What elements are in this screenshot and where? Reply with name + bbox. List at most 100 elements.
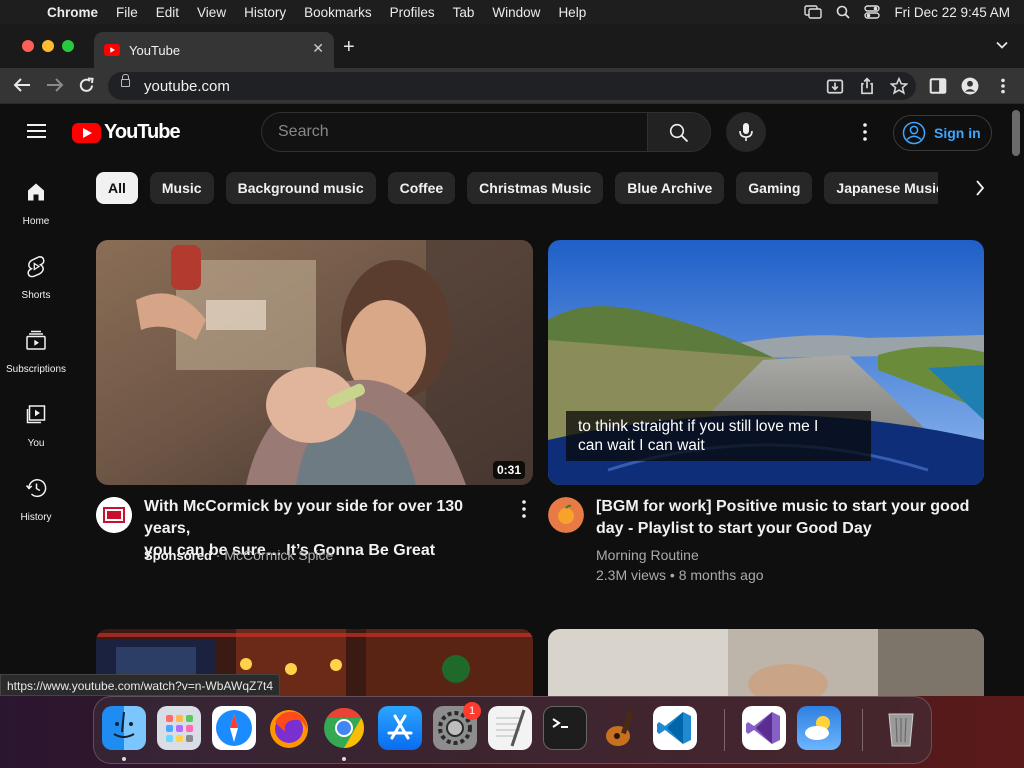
account-circle-icon bbox=[902, 121, 926, 145]
channel-name[interactable]: McCormick Spice bbox=[224, 547, 333, 563]
dock-trash-icon[interactable] bbox=[879, 706, 923, 750]
spotlight-search-icon[interactable] bbox=[836, 5, 851, 19]
chip-gaming[interactable]: Gaming bbox=[736, 172, 813, 204]
chip-christmas-music[interactable]: Christmas Music bbox=[467, 172, 604, 204]
chip-all[interactable]: All bbox=[96, 172, 138, 204]
search-input[interactable]: Search bbox=[261, 112, 647, 152]
history-icon bbox=[25, 479, 47, 498]
screen-mirroring-icon[interactable] bbox=[804, 5, 823, 19]
tab-search-chevron-icon[interactable] bbox=[996, 38, 1008, 52]
dock-weather-icon[interactable] bbox=[797, 706, 841, 750]
dock-chrome-icon[interactable] bbox=[322, 706, 366, 750]
back-arrow-icon[interactable] bbox=[13, 77, 31, 93]
sidebar-item-subscriptions[interactable]: Subscriptions bbox=[0, 314, 72, 384]
dock-visual-studio-icon[interactable] bbox=[742, 706, 786, 750]
sidebar-item-label: Shorts bbox=[21, 290, 51, 301]
dock-terminal-icon[interactable] bbox=[543, 706, 587, 750]
forward-arrow-icon[interactable] bbox=[46, 77, 64, 93]
browser-tab-strip: YouTube ✕ + bbox=[0, 24, 1024, 68]
channel-avatar[interactable] bbox=[96, 497, 132, 533]
dock-safari-icon[interactable] bbox=[212, 706, 256, 750]
menu-bookmarks[interactable]: Bookmarks bbox=[295, 5, 381, 20]
voice-search-button[interactable] bbox=[726, 112, 766, 152]
video-duration-badge: 0:31 bbox=[492, 461, 525, 479]
running-indicator bbox=[342, 757, 346, 761]
meta-separator: · bbox=[215, 547, 221, 563]
chip-blue-archive[interactable]: Blue Archive bbox=[615, 172, 725, 204]
menu-history[interactable]: History bbox=[235, 5, 295, 20]
video-thumbnail[interactable]: 0:31 bbox=[96, 240, 533, 485]
window-close-button[interactable] bbox=[22, 40, 34, 52]
video-thumbnail-image bbox=[96, 240, 533, 485]
dock-firefox-icon[interactable] bbox=[267, 706, 311, 750]
address-bar-url: youtube.com bbox=[144, 77, 230, 95]
sidebar-item-history[interactable]: History bbox=[0, 462, 72, 532]
running-indicator bbox=[122, 757, 126, 761]
sidebar-item-label: Home bbox=[22, 216, 50, 227]
reload-icon[interactable] bbox=[78, 77, 95, 94]
video-caption-overlay: to think straight if you still love me I… bbox=[566, 411, 871, 461]
lock-icon[interactable] bbox=[121, 74, 130, 87]
video-thumbnail[interactable] bbox=[548, 629, 984, 696]
share-icon[interactable] bbox=[858, 77, 876, 95]
menu-file[interactable]: File bbox=[107, 5, 147, 20]
youtube-logo[interactable]: YouTube bbox=[72, 121, 181, 144]
dock-finder-icon[interactable] bbox=[102, 706, 146, 750]
menu-window[interactable]: Window bbox=[483, 5, 549, 20]
youtube-header: YouTube Search Sign in bbox=[0, 104, 1010, 160]
dock-system-settings-icon[interactable]: 1 bbox=[433, 702, 481, 750]
install-app-icon[interactable] bbox=[826, 77, 844, 95]
chip-coffee[interactable]: Coffee bbox=[387, 172, 456, 204]
video-more-actions-icon[interactable] bbox=[515, 499, 533, 519]
mccormick-logo-icon bbox=[96, 497, 132, 533]
chrome-menu-icon[interactable] bbox=[994, 77, 1012, 95]
channel-avatar[interactable] bbox=[548, 497, 584, 533]
sign-in-label: Sign in bbox=[934, 125, 981, 141]
menu-help[interactable]: Help bbox=[549, 5, 595, 20]
sidebar-item-home[interactable]: Home bbox=[0, 166, 72, 236]
new-tab-button[interactable]: + bbox=[343, 36, 355, 59]
macos-menu-bar: Chrome File Edit View History Bookmarks … bbox=[0, 0, 1024, 24]
menu-app-name[interactable]: Chrome bbox=[38, 5, 107, 20]
video-title-line: day - Playlist to start your Good Day bbox=[596, 520, 872, 537]
chip-scroll-right-icon[interactable] bbox=[964, 172, 996, 204]
address-bar[interactable]: youtube.com bbox=[108, 72, 916, 100]
channel-name[interactable]: Morning Routine bbox=[596, 545, 699, 565]
screen: Chrome File Edit View History Bookmarks … bbox=[0, 0, 1024, 768]
menu-tab[interactable]: Tab bbox=[444, 5, 484, 20]
bookmark-star-icon[interactable] bbox=[890, 77, 908, 95]
tab-youtube[interactable]: YouTube ✕ bbox=[94, 32, 334, 68]
chip-music[interactable]: Music bbox=[149, 172, 214, 204]
video-thumbnail-image bbox=[548, 629, 984, 696]
dock-launchpad-icon[interactable] bbox=[157, 706, 201, 750]
dock-app-store-icon[interactable] bbox=[378, 706, 422, 750]
video-title-line: [BGM for work] Positive music to start y… bbox=[596, 498, 970, 515]
dock-instruments-icon[interactable] bbox=[598, 706, 642, 750]
window-zoom-button[interactable] bbox=[62, 40, 74, 52]
menubar-clock[interactable]: Fri Dec 22 9:45 AM bbox=[894, 5, 1010, 20]
chip-japanese-music[interactable]: Japanese Music bbox=[824, 172, 938, 204]
menu-edit[interactable]: Edit bbox=[147, 5, 188, 20]
chip-background-music[interactable]: Background music bbox=[225, 172, 376, 204]
profile-avatar-icon[interactable] bbox=[961, 77, 979, 95]
sign-in-button[interactable]: Sign in bbox=[893, 115, 992, 151]
dock-textedit-icon[interactable] bbox=[488, 706, 532, 750]
shorts-icon bbox=[27, 256, 45, 278]
side-panel-icon[interactable] bbox=[929, 77, 947, 95]
settings-more-icon[interactable] bbox=[856, 122, 874, 142]
menu-view[interactable]: View bbox=[188, 5, 235, 20]
dock-vscode-icon[interactable] bbox=[653, 706, 697, 750]
sidebar-item-you[interactable]: You bbox=[0, 388, 72, 458]
video-title[interactable]: [BGM for work] Positive music to start y… bbox=[596, 496, 976, 540]
sidebar-item-shorts[interactable]: Shorts bbox=[0, 240, 72, 310]
tab-close-icon[interactable]: ✕ bbox=[312, 40, 324, 57]
hamburger-menu-icon[interactable] bbox=[27, 124, 46, 138]
video-thumbnail[interactable]: to think straight if you still love me I… bbox=[548, 240, 984, 485]
sponsored-label: Sponsored bbox=[144, 548, 212, 563]
page-scrollbar[interactable] bbox=[1012, 110, 1020, 156]
window-minimize-button[interactable] bbox=[42, 40, 54, 52]
youtube-wordmark: YouTube bbox=[104, 121, 181, 143]
menu-profiles[interactable]: Profiles bbox=[381, 5, 444, 20]
control-center-icon[interactable] bbox=[864, 5, 881, 19]
search-button[interactable] bbox=[647, 112, 711, 152]
